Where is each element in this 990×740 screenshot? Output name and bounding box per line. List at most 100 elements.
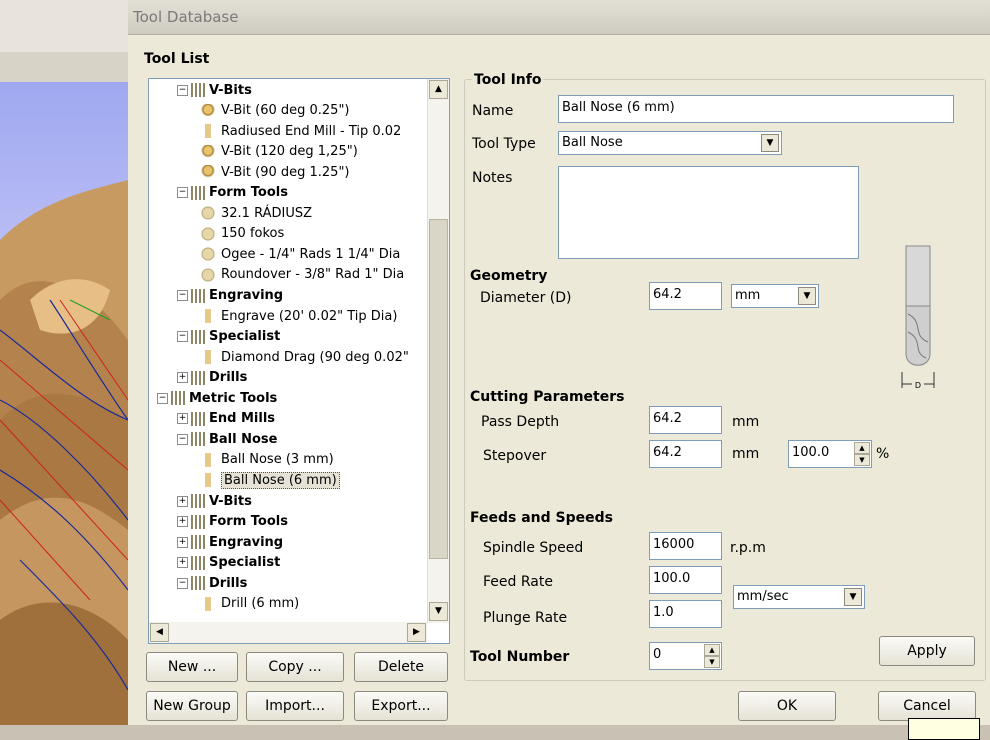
tree-tool-node[interactable]: Diamond Drag (90 deg 0.02": [201, 347, 409, 367]
expand-icon[interactable]: +: [177, 557, 188, 569]
diameter-unit-select[interactable]: mm ▼: [731, 284, 819, 308]
collapse-icon[interactable]: −: [177, 433, 188, 445]
tool-group-icon: [191, 288, 205, 303]
tree-tool-node[interactable]: Ball Nose (6 mm): [201, 470, 340, 490]
tool-tree[interactable]: − V-Bits V-Bit (60 deg 0.25") Radiused End …: [148, 78, 450, 644]
tree-node-label: Drills: [209, 370, 248, 386]
scroll-up-button[interactable]: ▲: [429, 80, 448, 99]
ok-button[interactable]: OK: [738, 691, 836, 721]
tree-tool-node[interactable]: Engrave (20' 0.02" Tip Dia): [201, 306, 397, 326]
stepover-input[interactable]: 64.2: [649, 440, 722, 468]
tree-group-node[interactable]: + V-Bits: [177, 491, 252, 511]
tree-tool-node[interactable]: V-Bit (90 deg 1.25"): [201, 162, 350, 182]
tree-group-node[interactable]: + Engraving: [177, 532, 283, 552]
rate-unit-select[interactable]: mm/sec ▼: [733, 585, 865, 609]
export-button[interactable]: Export...: [354, 691, 448, 721]
collapse-icon[interactable]: −: [177, 290, 188, 301]
new-group-button[interactable]: New Group: [146, 691, 238, 721]
mill-tool-icon: [201, 309, 215, 324]
spindle-speed-input[interactable]: 16000: [649, 532, 722, 560]
stepover-percent-input[interactable]: 100.0 ▲ ▼: [788, 440, 872, 468]
stepover-percent-value: 100.0: [792, 445, 830, 460]
tree-tool-node[interactable]: V-Bit (60 deg 0.25"): [201, 101, 350, 121]
tool-number-spinner[interactable]: ▲ ▼: [704, 644, 720, 668]
horizontal-scrollbar[interactable]: ◀ ▶: [149, 622, 427, 643]
tooltip-fragment: [908, 718, 980, 740]
stepover-label: Stepover: [483, 448, 547, 464]
tool-group-icon: [191, 514, 205, 529]
notes-label: Notes: [472, 170, 513, 186]
copy-tool-button[interactable]: Copy ...: [246, 652, 344, 682]
tree-group-node[interactable]: − Metric Tools: [157, 388, 277, 408]
expand-icon[interactable]: +: [177, 495, 188, 507]
tree-tool-node[interactable]: Radiused End Mill - Tip 0.02: [201, 121, 401, 141]
scroll-thumb[interactable]: [429, 219, 448, 559]
tree-tool-node[interactable]: 32.1 RÁDIUSZ: [201, 203, 312, 223]
name-input[interactable]: Ball Nose (6 mm): [558, 95, 954, 123]
tree-group-node[interactable]: − Engraving: [177, 286, 283, 306]
scroll-down-button[interactable]: ▼: [429, 602, 448, 621]
collapse-icon[interactable]: −: [157, 392, 168, 404]
expand-icon[interactable]: +: [177, 413, 188, 425]
feeds-and-speeds-label: Feeds and Speeds: [470, 510, 613, 526]
stepover-spinner[interactable]: ▲ ▼: [854, 442, 870, 466]
tree-tool-node[interactable]: Ball Nose (3 mm): [201, 450, 334, 470]
expand-icon[interactable]: +: [177, 516, 188, 528]
chevron-down-icon[interactable]: ▼: [798, 287, 816, 305]
spin-down-icon[interactable]: ▼: [704, 656, 720, 668]
scroll-left-button[interactable]: ◀: [150, 623, 169, 642]
tool-database-dialog: Tool Database Tool List − V-Bits V-Bit (60…: [128, 0, 990, 740]
tool-number-input[interactable]: 0 ▲ ▼: [649, 642, 722, 670]
new-tool-button[interactable]: New ...: [146, 652, 238, 682]
pass-depth-input[interactable]: 64.2: [649, 406, 722, 434]
cancel-button[interactable]: Cancel: [878, 691, 976, 721]
import-button[interactable]: Import...: [246, 691, 344, 721]
tool-type-select[interactable]: Ball Nose ▼: [558, 131, 782, 155]
tree-node-label: Ogee - 1/4" Rads 1 1/4" Dia: [221, 246, 401, 262]
tree-group-node[interactable]: + Form Tools: [177, 512, 288, 532]
collapse-icon[interactable]: −: [177, 331, 188, 343]
spin-down-icon[interactable]: ▼: [854, 454, 870, 466]
delete-tool-button[interactable]: Delete: [354, 652, 448, 682]
tree-tool-node[interactable]: V-Bit (120 deg 1,25"): [201, 142, 358, 162]
tree-group-node[interactable]: − V-Bits: [177, 80, 252, 100]
collapse-icon[interactable]: −: [177, 84, 188, 96]
vertical-scrollbar[interactable]: ▲ ▼: [427, 79, 449, 623]
spin-up-icon[interactable]: ▲: [704, 644, 720, 656]
tree-group-node[interactable]: − Form Tools: [177, 183, 288, 203]
expand-icon[interactable]: +: [177, 536, 188, 548]
spin-up-icon[interactable]: ▲: [854, 442, 870, 454]
expand-icon[interactable]: +: [177, 372, 188, 384]
tree-tool-node[interactable]: Ogee - 1/4" Rads 1 1/4" Dia: [201, 244, 400, 264]
tree-group-node[interactable]: − Drills: [177, 573, 247, 593]
tree-group-node[interactable]: + Drills: [177, 368, 247, 388]
diameter-input[interactable]: 64.2: [649, 282, 722, 310]
notes-textarea[interactable]: [558, 166, 859, 259]
scroll-right-button[interactable]: ▶: [407, 623, 426, 642]
mill-tool-icon: [201, 124, 215, 139]
apply-button[interactable]: Apply: [879, 636, 975, 666]
tree-node-label: Ball Nose (6 mm): [221, 471, 340, 489]
tree-tool-node[interactable]: 150 fokos: [201, 224, 284, 244]
tree-node-label: Radiused End Mill - Tip 0.02: [221, 123, 402, 139]
tree-group-node[interactable]: − Specialist: [177, 327, 280, 347]
tree-node-label: 150 fokos: [221, 226, 285, 242]
collapse-icon[interactable]: −: [177, 187, 188, 199]
dialog-title-bar[interactable]: Tool Database: [128, 0, 990, 35]
tool-group-icon: [191, 329, 205, 344]
chevron-down-icon[interactable]: ▼: [761, 134, 779, 152]
collapse-icon[interactable]: −: [177, 577, 188, 589]
tree-group-node[interactable]: + Specialist: [177, 553, 280, 573]
tool-group-icon: [191, 83, 205, 97]
spindle-speed-unit: r.p.m: [730, 540, 766, 556]
plunge-rate-input[interactable]: 1.0: [649, 600, 722, 628]
feed-rate-input[interactable]: 100.0: [649, 566, 722, 594]
tree-node-label: 32.1 RÁDIUSZ: [221, 205, 312, 221]
stepover-unit: mm: [732, 446, 760, 462]
tree-group-node[interactable]: − Ball Nose: [177, 429, 278, 449]
tree-tool-node[interactable]: Roundover - 3/8" Rad 1" Dia: [201, 265, 404, 285]
tree-tool-node[interactable]: Drill (6 mm): [201, 594, 299, 614]
tree-group-node[interactable]: + End Mills: [177, 409, 275, 429]
form-tool-icon: [201, 267, 215, 282]
chevron-down-icon[interactable]: ▼: [844, 588, 862, 606]
